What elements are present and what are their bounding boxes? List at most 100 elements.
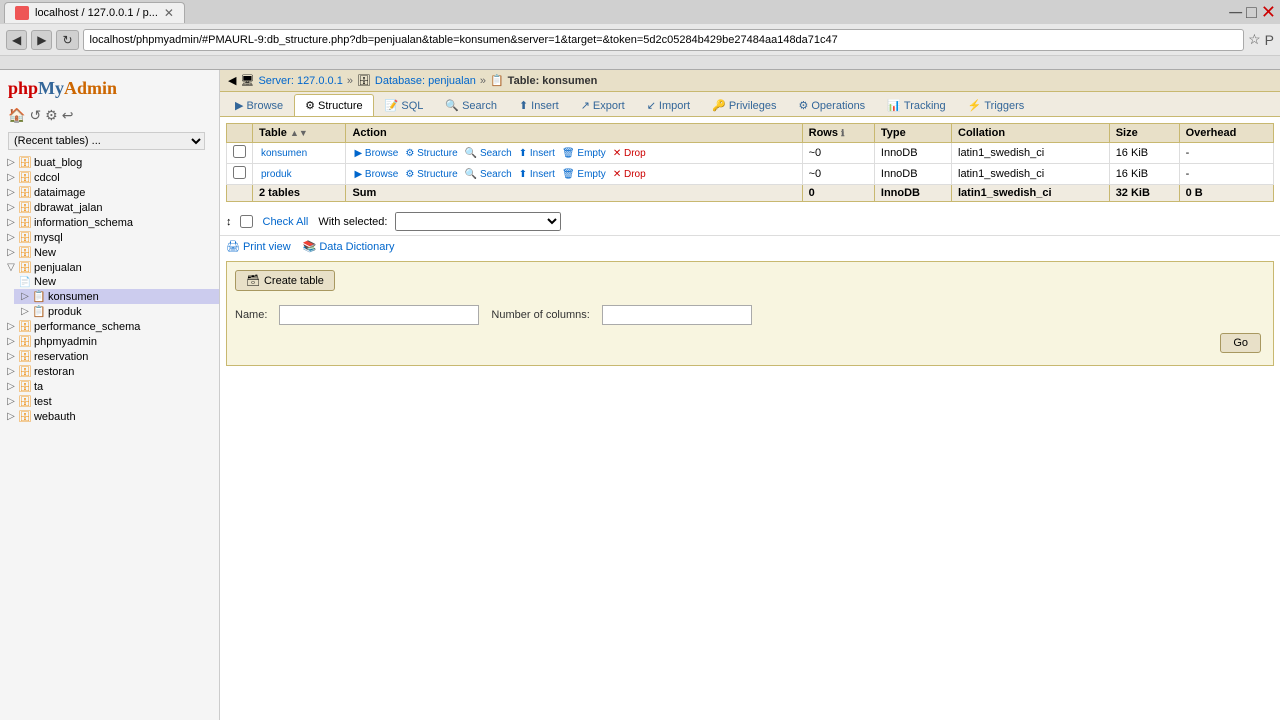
tab-operations[interactable]: ⚙ Operations: [788, 94, 877, 116]
close-window-icon[interactable]: ✕: [1261, 2, 1276, 23]
sidebar-item-phpmyadmin[interactable]: ▷ 🗄 phpmyadmin: [0, 334, 219, 349]
expand-icon: ▷: [4, 366, 18, 377]
check-all-checkbox[interactable]: [240, 215, 253, 228]
col-header-rows[interactable]: Rows ℹ: [802, 124, 874, 143]
breadcrumb-database[interactable]: Database: penjualan: [375, 75, 476, 87]
extension-icon[interactable]: P: [1265, 32, 1274, 48]
phpmyadmin-logo: phpMyAdmin: [8, 78, 211, 99]
expand-icon: ▷: [4, 157, 18, 168]
home-icon[interactable]: 🏠: [8, 107, 25, 124]
table-name-input[interactable]: [279, 305, 479, 325]
create-table-button[interactable]: 🗃 Create table: [235, 270, 335, 291]
sidebar-item-buat_blog[interactable]: ▷ 🗄 buat_blog: [0, 155, 219, 170]
structure-link-produk[interactable]: ⚙ Structure: [405, 169, 457, 180]
sidebar-item-test[interactable]: ▷ 🗄 test: [0, 394, 219, 409]
search-link-konsumen[interactable]: 🔍 Search: [465, 148, 512, 159]
sidebar-item-penjualan-New[interactable]: 📄 New: [14, 275, 219, 289]
go-button[interactable]: Go: [1220, 333, 1261, 353]
browse-link-konsumen[interactable]: ▶ Browse: [354, 148, 398, 159]
breadcrumb-server[interactable]: Server: 127.0.0.1: [258, 75, 342, 87]
content-area: ◀ 🖥 Server: 127.0.0.1 » 🗄 Database: penj…: [220, 70, 1280, 720]
sidebar-item-mysql[interactable]: ▷ 🗄 mysql: [0, 230, 219, 245]
sidebar-item-dataimage[interactable]: ▷ 🗄 dataimage: [0, 185, 219, 200]
insert-tab-label: Insert: [531, 100, 559, 112]
tab-label: localhost / 127.0.0.1 / p...: [35, 7, 158, 19]
tab-sql[interactable]: 📝 SQL: [374, 94, 435, 116]
recent-tables-select[interactable]: (Recent tables) ...: [8, 132, 205, 150]
db-label: penjualan: [32, 262, 82, 274]
minimize-icon[interactable]: ─: [1229, 2, 1242, 23]
settings-icon[interactable]: ⚙: [45, 107, 58, 124]
breadcrumb-collapse-icon[interactable]: ◀: [228, 74, 236, 87]
tab-insert[interactable]: ⬆ Insert: [508, 94, 570, 116]
table-col-label: Table: [259, 127, 287, 139]
columns-input[interactable]: [602, 305, 752, 325]
tab-privileges[interactable]: 🔑 Privileges: [701, 94, 787, 116]
tab-tracking[interactable]: 📊 Tracking: [876, 94, 956, 116]
empty-link-produk[interactable]: 🗑 Empty: [562, 169, 606, 180]
rows-sort-icon: ℹ: [841, 128, 844, 138]
sidebar-item-cdcol[interactable]: ▷ 🗄 cdcol: [0, 170, 219, 185]
sql-tab-icon: 📝: [385, 99, 399, 112]
table-link-produk[interactable]: produk: [261, 169, 292, 180]
with-selected-dropdown[interactable]: Browse Drop Empty Export Analyze table O…: [395, 212, 561, 231]
size-konsumen: 16 KiB: [1109, 143, 1179, 164]
col-header-overhead: Overhead: [1179, 124, 1273, 143]
sidebar-item-restoran[interactable]: ▷ 🗄 restoran: [0, 364, 219, 379]
sidebar-item-penjualan-produk[interactable]: ▷ 📋 produk: [14, 304, 219, 319]
sidebar-item-information_schema[interactable]: ▷ 🗄 information_schema: [0, 215, 219, 230]
create-table-label: Create table: [264, 275, 324, 287]
db-icon: 🗄: [18, 261, 32, 274]
insert-link-produk[interactable]: ⬆ Insert: [519, 169, 555, 180]
tab-import[interactable]: ↙ Import: [636, 94, 701, 116]
check-all-link[interactable]: Check All: [263, 216, 309, 228]
structure-link-konsumen[interactable]: ⚙ Structure: [405, 148, 457, 159]
table-icon: 📋: [32, 305, 46, 318]
go-section: Go: [235, 329, 1265, 357]
forward-button[interactable]: ▶: [31, 30, 52, 50]
sidebar-item-ta[interactable]: ▷ 🗄 ta: [0, 379, 219, 394]
rows-konsumen: ~0: [802, 143, 874, 164]
browse-link-produk[interactable]: ▶ Browse: [354, 169, 398, 180]
drop-link-konsumen[interactable]: ✕ Drop: [613, 148, 646, 159]
browser-tab[interactable]: localhost / 127.0.0.1 / p... ✕: [4, 2, 185, 23]
print-icon: 🖨: [226, 240, 240, 253]
collation-konsumen: latin1_swedish_ci: [952, 143, 1110, 164]
star-icon[interactable]: ☆: [1248, 31, 1261, 48]
sidebar-item-New[interactable]: ▷ 🗄 New: [0, 245, 219, 260]
maximize-icon[interactable]: □: [1246, 2, 1257, 23]
sidebar-item-penjualan-konsumen[interactable]: ▷ 📋 konsumen: [14, 289, 219, 304]
print-view-link[interactable]: 🖨 Print view: [226, 240, 291, 253]
expand-icon: ▷: [4, 202, 18, 213]
tracking-tab-icon: 📊: [887, 99, 901, 112]
expand-icon: ▷: [4, 321, 18, 332]
tab-structure[interactable]: ⚙ Structure: [294, 94, 374, 116]
search-link-produk[interactable]: 🔍 Search: [465, 169, 512, 180]
sidebar-item-reservation[interactable]: ▷ 🗄 reservation: [0, 349, 219, 364]
tab-favicon: [15, 6, 29, 20]
checkbox-produk[interactable]: [233, 166, 246, 179]
address-bar[interactable]: [83, 29, 1245, 51]
tab-close-icon[interactable]: ✕: [164, 6, 174, 20]
sidebar-item-webauth[interactable]: ▷ 🗄 webauth: [0, 409, 219, 424]
sidebar-item-penjualan[interactable]: ▽ 🗄 penjualan: [0, 260, 219, 275]
checkbox-konsumen[interactable]: [233, 145, 246, 158]
data-dictionary-link[interactable]: 📚 Data Dictionary: [303, 240, 395, 253]
back-button[interactable]: ◀: [6, 30, 27, 50]
tab-browse[interactable]: ▶ Browse: [224, 94, 294, 116]
sidebar-item-dbrawat_jalan[interactable]: ▷ 🗄 dbrawat_jalan: [0, 200, 219, 215]
empty-link-konsumen[interactable]: 🗑 Empty: [562, 148, 606, 159]
tab-search[interactable]: 🔍 Search: [434, 94, 508, 116]
drop-link-produk[interactable]: ✕ Drop: [613, 169, 646, 180]
tab-triggers[interactable]: ⚡ Triggers: [957, 94, 1036, 116]
db-label: reservation: [32, 351, 88, 363]
refresh-button[interactable]: ↻: [56, 30, 78, 50]
row-actions-konsumen: ▶ Browse ⚙ Structure 🔍 Search ⬆ Insert 🗑…: [346, 143, 802, 164]
table-link-konsumen[interactable]: konsumen: [261, 148, 307, 159]
col-header-table[interactable]: Table ▲▼: [253, 124, 346, 143]
logout-icon[interactable]: ↩: [62, 107, 74, 124]
tab-export[interactable]: ↗ Export: [570, 94, 636, 116]
insert-link-konsumen[interactable]: ⬆ Insert: [519, 148, 555, 159]
reload-icon[interactable]: ↺: [29, 107, 41, 124]
sidebar-item-performance_schema[interactable]: ▷ 🗄 performance_schema: [0, 319, 219, 334]
